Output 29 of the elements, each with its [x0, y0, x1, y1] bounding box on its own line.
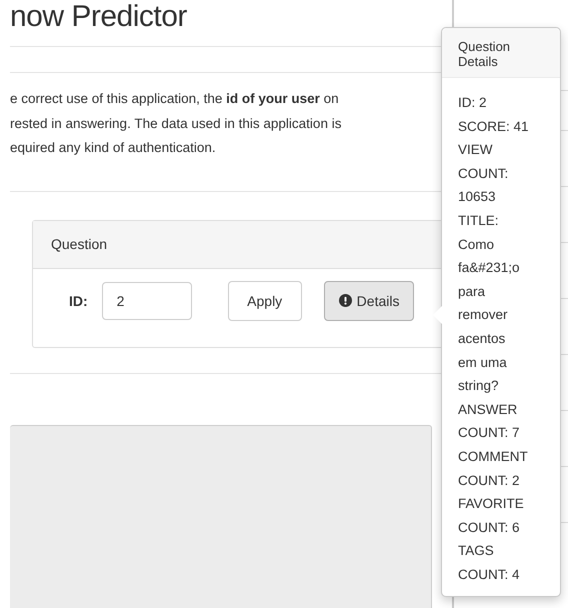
- detail-line: TAGS: [458, 542, 494, 560]
- intro-paragraph: e correct use of this application, the id of your user on rested in answering. The data used in this application is equired any kind of authentication.: [10, 90, 342, 157]
- detail-line: VIEW: [458, 141, 493, 160]
- detail-line: COUNT: 6: [458, 518, 520, 537]
- detail-line: COMMENT: [458, 448, 528, 466]
- detail-line: FAVORITE: [458, 495, 524, 514]
- exclamation-circle-icon: [338, 294, 352, 307]
- detail-line: SCORE: 41: [458, 118, 529, 136]
- detail-line: para: [458, 282, 486, 301]
- detail-line: Como: [458, 236, 494, 254]
- id-label: ID:: [69, 292, 88, 308]
- details-button[interactable]: Details: [324, 280, 414, 320]
- detail-line: ANSWER: [458, 400, 518, 419]
- detail-line: COUNT: 7: [458, 424, 520, 442]
- detail-line: remover: [458, 306, 508, 324]
- detail-line: ID: 2: [458, 94, 487, 112]
- apply-button[interactable]: Apply: [228, 280, 302, 320]
- id-input-field[interactable]: 2: [102, 282, 192, 320]
- detail-line: TITLE:: [458, 212, 499, 230]
- detail-line: string?: [458, 377, 499, 396]
- detail-line: fa&#231;o: [458, 259, 520, 278]
- detail-line: em uma: [458, 354, 507, 372]
- page-title: now Predictor: [10, 0, 187, 34]
- detail-line: acentos: [458, 330, 506, 348]
- detail-line: COUNT: 2: [458, 472, 520, 490]
- popover-title: Question Details: [442, 28, 560, 78]
- detail-line: COUNT: 4: [458, 566, 520, 584]
- detail-line: COUNT:: [458, 164, 508, 183]
- detail-line: 10653: [458, 188, 496, 206]
